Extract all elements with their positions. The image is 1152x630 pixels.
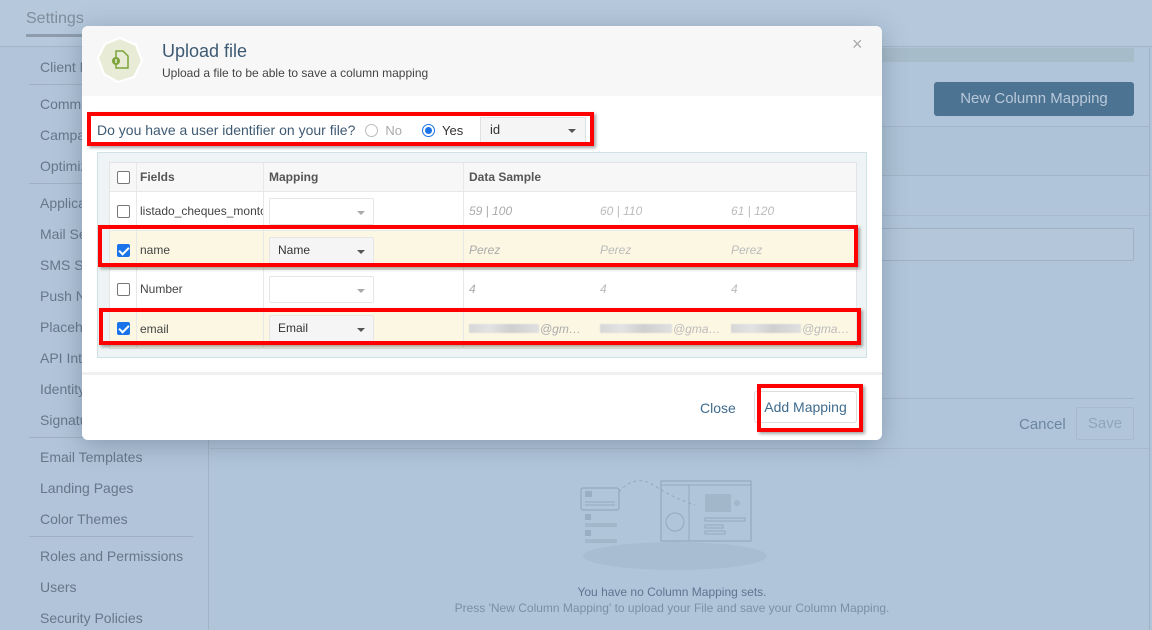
data-sample: 59 | 100 (469, 204, 513, 218)
sidebar-item-landing-pages[interactable]: Landing Pages (40, 480, 133, 496)
redacted-text (469, 324, 539, 333)
upload-file-icon (96, 36, 144, 84)
radio-no[interactable] (365, 123, 379, 137)
header-data-sample: Data Sample (469, 170, 542, 184)
upload-file-modal: Upload file Upload a file to be able to … (82, 26, 882, 440)
new-column-mapping-button[interactable]: New Column Mapping (934, 82, 1134, 116)
radio-no-label[interactable]: No (385, 123, 402, 138)
modal-subtitle: Upload a file to be able to save a colum… (162, 66, 429, 80)
field-name: email (137, 309, 264, 348)
mapping-value: Email (278, 321, 309, 335)
data-sample: @gma… (673, 321, 721, 336)
table-row: name Name Perez Perez Perez (110, 231, 856, 270)
tab-settings[interactable]: Settings (26, 10, 84, 37)
data-sample: Perez (731, 243, 763, 257)
chevron-down-icon (357, 249, 365, 254)
chevron-down-icon (568, 129, 576, 133)
row-checkbox[interactable] (116, 204, 130, 218)
mapping-select[interactable] (269, 275, 374, 303)
data-sample: Perez (600, 243, 632, 257)
identifier-field-value: id (490, 122, 501, 137)
data-sample: 4 (731, 282, 738, 296)
radio-yes-label[interactable]: Yes (442, 123, 463, 138)
radio-yes[interactable] (422, 123, 435, 137)
close-icon[interactable]: × (852, 34, 863, 55)
save-button[interactable]: Save (1076, 407, 1134, 440)
chevron-down-icon (357, 328, 365, 332)
chevron-down-icon (357, 210, 365, 215)
cancel-button[interactable]: Cancel (1019, 416, 1066, 433)
data-sample: @gm… (540, 321, 581, 336)
empty-state-title: You have no Column Mapping sets. (577, 585, 767, 599)
field-name: listado_cheques_monto (137, 192, 264, 230)
data-sample: 60 | 110 (600, 204, 643, 218)
sidebar-item-identity[interactable]: Identity (40, 381, 85, 397)
data-sample: @gma… (802, 321, 850, 336)
redacted-text (731, 324, 801, 333)
modal-footer-divider (82, 372, 882, 375)
sidebar-item-email-templates[interactable]: Email Templates (40, 449, 142, 465)
mapping-value: Name (278, 242, 311, 257)
sidebar-item-campaigns[interactable]: Campa (40, 127, 85, 143)
select-all-checkbox[interactable] (116, 170, 130, 184)
mapping-table: Fields Mapping Data Sample listado_chequ… (109, 162, 857, 349)
sidebar-item-placeholders[interactable]: Placeh (40, 319, 83, 335)
sidebar-item-color-themes[interactable]: Color Themes (40, 511, 128, 527)
sidebar-item-signatures[interactable]: Signatu (40, 412, 87, 428)
data-sample: 4 (600, 282, 607, 296)
sidebar-item-users[interactable]: Users (40, 579, 77, 595)
data-sample: Perez (469, 243, 501, 257)
mapping-select[interactable] (269, 197, 374, 225)
modal-header: Upload file Upload a file to be able to … (82, 26, 882, 96)
mapping-table-container: Fields Mapping Data Sample listado_chequ… (97, 152, 867, 358)
sidebar-item-optimization[interactable]: Optimiz (40, 158, 87, 174)
mapping-select[interactable]: Name (269, 236, 374, 264)
sidebar-item-security-policies[interactable]: Security Policies (40, 610, 143, 626)
header-mapping: Mapping (264, 163, 464, 191)
empty-state-illustration-icon (580, 480, 767, 570)
main-border (1149, 48, 1150, 630)
main-divider (210, 448, 1149, 449)
redacted-text (600, 324, 672, 333)
data-sample: 61 | 120 (731, 204, 775, 218)
close-button[interactable]: Close (700, 400, 736, 416)
sidebar-item-push-notifications[interactable]: Push N (40, 288, 86, 304)
table-header-row: Fields Mapping Data Sample (110, 163, 856, 192)
identifier-field-select[interactable]: id (480, 117, 586, 143)
modal-title: Upload file (162, 41, 248, 61)
field-name: Number (137, 270, 264, 308)
sidebar-item-roles-permissions[interactable]: Roles and Permissions (40, 548, 183, 564)
sidebar-divider (29, 536, 193, 537)
header-fields: Fields (137, 163, 264, 191)
identifier-question-row: Do you have a user identifier on your fi… (97, 117, 463, 143)
field-name: name (137, 231, 264, 269)
sidebar-item-mail-settings[interactable]: Mail Se (40, 226, 87, 242)
table-row: Number 4 4 4 (110, 270, 856, 309)
table-row: listado_cheques_monto 59 | 100 60 | 110 … (110, 192, 856, 231)
chevron-down-icon (357, 288, 365, 293)
sidebar-item-applications[interactable]: Applica (40, 195, 86, 211)
identifier-question-label: Do you have a user identifier on your fi… (97, 122, 356, 138)
table-row: email Email @gm… @gma… @gma… (110, 309, 856, 348)
row-checkbox[interactable] (116, 282, 130, 296)
mapping-select[interactable]: Email (269, 315, 374, 342)
row-checkbox[interactable] (116, 322, 130, 335)
data-sample: 4 (469, 282, 476, 296)
row-checkbox[interactable] (116, 243, 130, 257)
empty-state-subtitle: Press 'New Column Mapping' to upload you… (454, 601, 890, 615)
add-mapping-button[interactable]: Add Mapping (754, 391, 857, 423)
